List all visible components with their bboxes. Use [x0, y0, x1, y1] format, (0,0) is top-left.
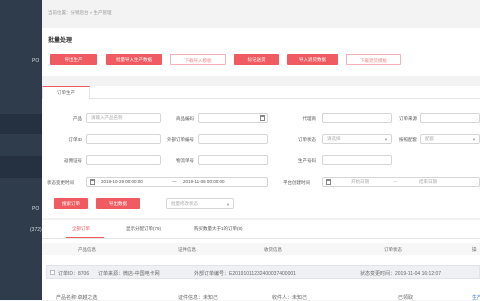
import-return-button[interactable]: 导入退货数据 — [287, 54, 338, 65]
sidebar-item-6[interactable] — [0, 114, 42, 134]
sidebar-item-10[interactable]: (372) — [0, 225, 42, 235]
order-id-input[interactable] — [86, 134, 161, 144]
active-tab-underline — [66, 237, 104, 238]
sidebar-item-5[interactable] — [0, 96, 42, 106]
platform-time-range[interactable]: 开始日期 — 结束日期 — [322, 177, 480, 187]
batch-status-select[interactable]: 批量修改状态 ▼ — [166, 198, 234, 209]
export-data-button[interactable]: 导出数据 — [96, 198, 140, 209]
sidebar-item-1[interactable] — [0, 8, 42, 18]
calendar-icon — [326, 179, 331, 185]
order-status-select[interactable]: 请选择 ▼ — [322, 134, 392, 144]
batch-title: 批量处理 — [48, 38, 73, 44]
production-no-input[interactable] — [322, 155, 392, 165]
calendar-icon — [90, 179, 95, 185]
sidebar-item-2[interactable] — [0, 36, 42, 46]
agent-input[interactable] — [322, 113, 392, 123]
batch-import-button[interactable]: 批量导入生产数据 — [106, 54, 162, 65]
status-time-range[interactable]: 2019-10-29 00:00:00 — 2019-11-06 00:00:0… — [86, 177, 268, 187]
batch-panel: 批量处理 导出生产 批量导入生产数据 下载导入模板 标记送货 导入退货数据 下载… — [42, 28, 480, 76]
external-order-input[interactable] — [198, 134, 268, 144]
send-select[interactable]: 配套 ▼ — [420, 134, 480, 144]
source-input[interactable] — [420, 113, 480, 123]
chevron-down-icon: ▼ — [226, 202, 230, 207]
search-orders-button[interactable]: 搜索订单 — [54, 198, 88, 209]
product-input[interactable]: 请输入产品名称 — [86, 113, 161, 123]
sidebar-item-9[interactable]: PO — [0, 204, 42, 214]
orders-panel — [42, 220, 480, 300]
sidebar-item-3[interactable]: PO — [0, 56, 42, 66]
mark-delivery-button[interactable]: 标记送货 — [234, 54, 279, 65]
tab-assigned-orders[interactable]: 显示分配订单(79) — [126, 226, 161, 232]
main-content: 当前位置：分销后台 » 生产管理 批量处理 导出生产 批量导入生产数据 下载导入… — [42, 0, 480, 301]
sku-input[interactable] — [198, 113, 268, 123]
tab-order-production[interactable]: 订单生产 — [42, 86, 90, 99]
breadcrumb: 当前位置：分销后台 » 生产管理 — [48, 10, 112, 15]
sidebar-item-7[interactable] — [0, 156, 42, 178]
table-header — [42, 243, 480, 255]
chevron-down-icon: ▼ — [472, 137, 476, 142]
download-import-template-button[interactable]: 下载导入模板 — [170, 54, 226, 65]
row-checkbox[interactable] — [50, 270, 55, 275]
tab-qty-over-one[interactable]: 购买数量大于1的订单(8) — [194, 226, 243, 232]
sidebar: PO PO (372) — [0, 0, 42, 300]
sidebar-item-4[interactable] — [0, 76, 42, 86]
calendar-icon — [260, 115, 265, 121]
export-production-button[interactable]: 导出生产 — [50, 54, 97, 65]
tab-all-orders[interactable]: 全部订单 — [72, 226, 90, 232]
rebate-input[interactable] — [86, 155, 161, 165]
download-return-template-button[interactable]: 下载退货模板 — [346, 54, 401, 65]
filter-panel: 订单生产 产品 请输入产品名称 商品编码 代理商 订单来源 订单ID 外部订单编… — [42, 86, 480, 218]
logistics-input[interactable] — [198, 155, 268, 165]
